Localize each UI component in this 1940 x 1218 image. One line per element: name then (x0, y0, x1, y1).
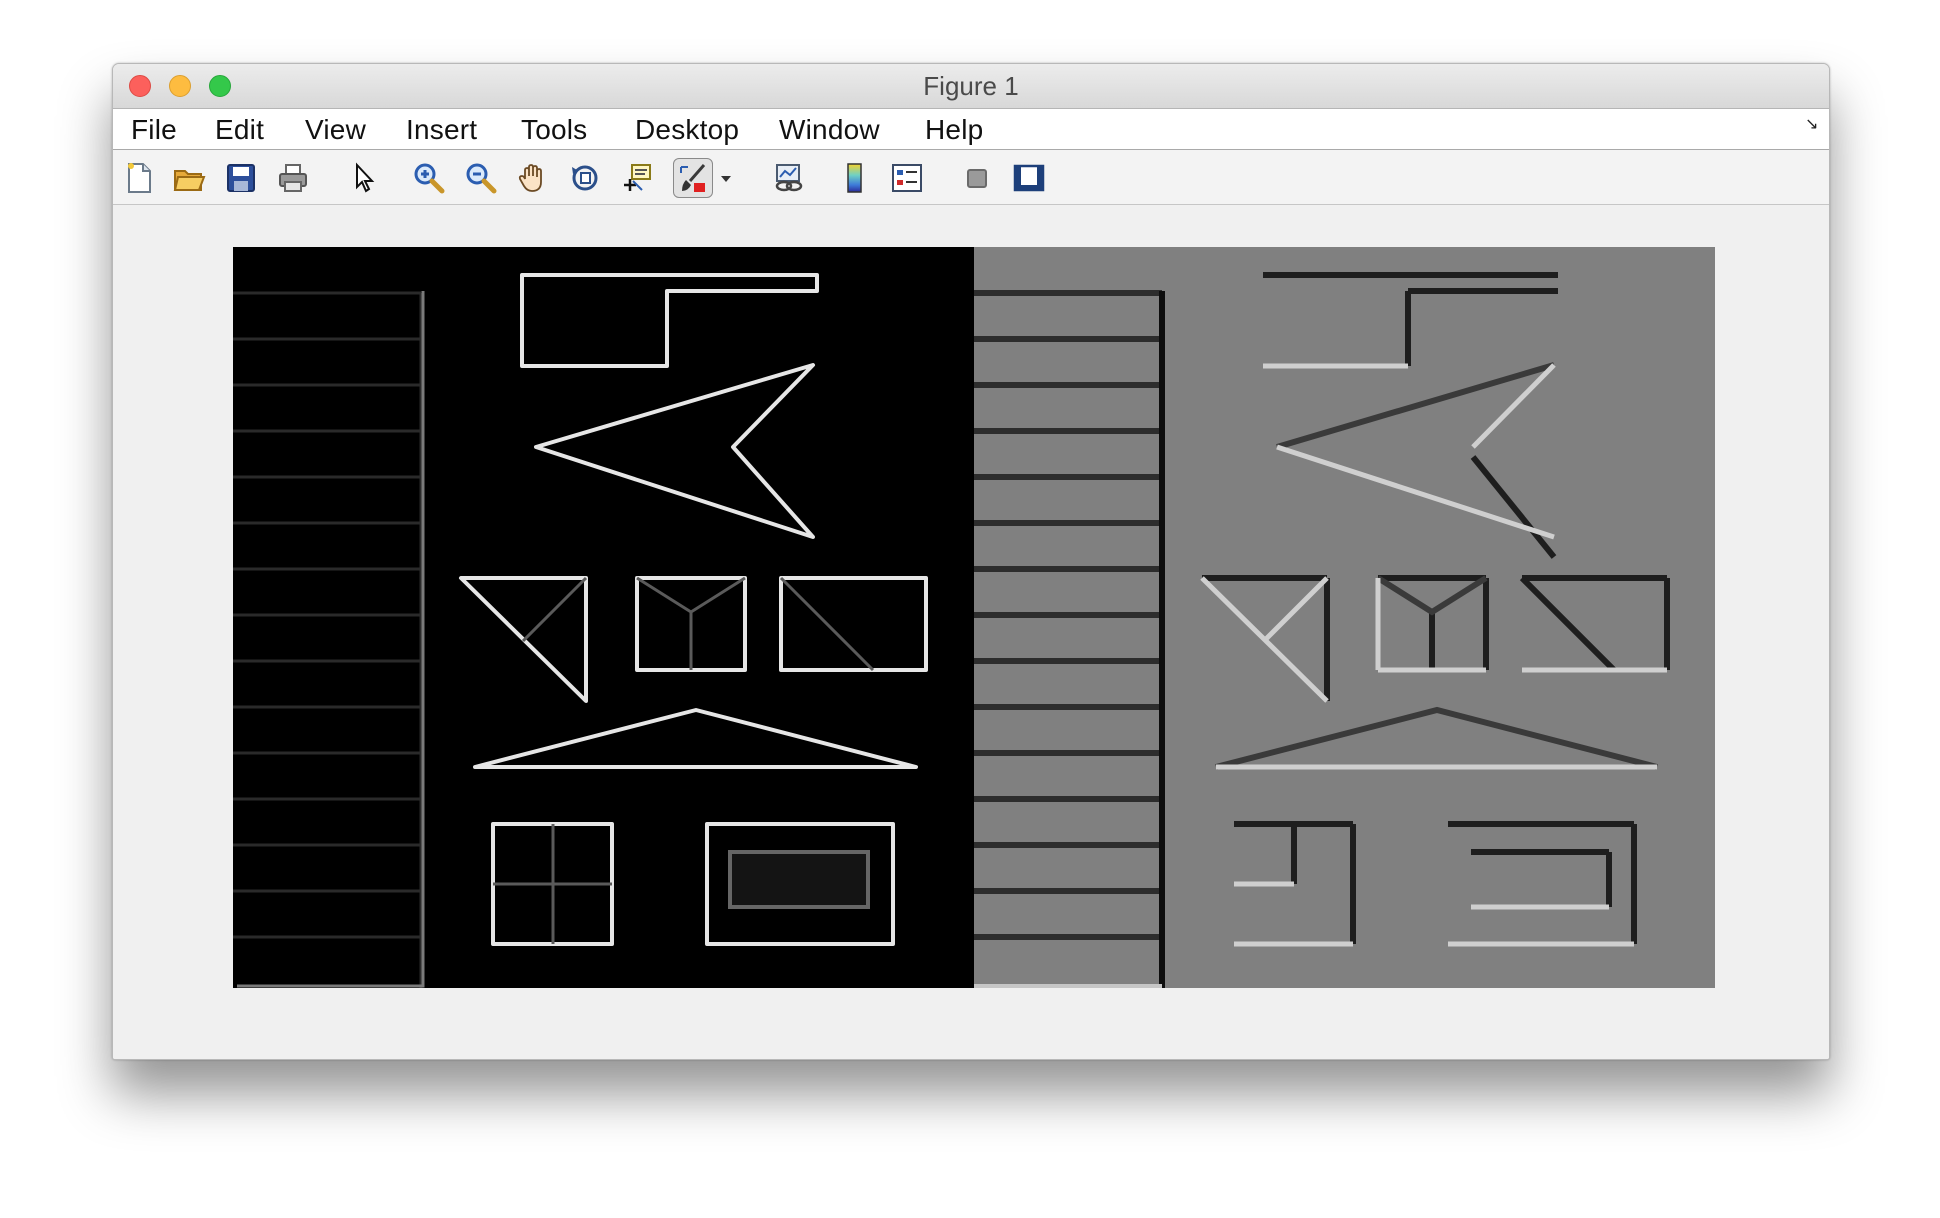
rotate-3d-button[interactable] (565, 158, 605, 198)
legend-icon (892, 164, 922, 192)
figure-toolbar (113, 150, 1829, 205)
data-cursor-button[interactable] (617, 158, 657, 198)
menu-tools[interactable]: Tools (521, 109, 587, 149)
new-figure-icon (128, 163, 151, 193)
data-cursor-icon (624, 164, 651, 191)
menu-edit[interactable]: Edit (215, 109, 264, 149)
show-plot-tools-button[interactable] (1009, 158, 1049, 198)
print-button[interactable] (273, 158, 313, 198)
rotate-3d-icon (572, 165, 598, 191)
menu-insert[interactable]: Insert (406, 109, 477, 149)
pointer-icon (356, 162, 375, 193)
edge-direction-panel (974, 247, 1715, 988)
menu-window[interactable]: Window (779, 109, 880, 149)
link-plot-button[interactable] (769, 158, 809, 198)
print-icon (279, 164, 307, 192)
link-plot-icon (775, 164, 803, 192)
zoom-out-button[interactable] (461, 158, 501, 198)
figure-window: Figure 1 File Edit View Insert Tools Des… (112, 63, 1830, 1060)
edge-magnitude-panel (233, 247, 974, 988)
title-bar[interactable]: Figure 1 (113, 64, 1829, 109)
menu-help[interactable]: Help (925, 109, 983, 149)
menu-desktop[interactable]: Desktop (635, 109, 739, 149)
zoom-out-icon (466, 163, 497, 194)
hide-plot-tools-button[interactable] (957, 158, 997, 198)
brush-dropdown-arrow[interactable] (717, 158, 735, 198)
window-title: Figure 1 (923, 71, 1019, 101)
new-figure-button[interactable] (119, 158, 159, 198)
menu-view[interactable]: View (305, 109, 366, 149)
insert-colorbar-button[interactable] (835, 158, 875, 198)
save-button[interactable] (221, 158, 261, 198)
pan-hand-icon (518, 164, 542, 192)
save-icon (227, 164, 255, 192)
image-axes[interactable] (233, 247, 1715, 988)
pan-button[interactable] (513, 158, 553, 198)
menu-bar: File Edit View Insert Tools Desktop Wind… (113, 109, 1829, 150)
open-file-icon (173, 170, 206, 191)
brush-button[interactable] (673, 158, 713, 198)
show-plot-tools-icon (1013, 164, 1045, 192)
menu-file[interactable]: File (131, 109, 177, 149)
hide-plot-tools-icon (967, 169, 987, 188)
chevron-down-icon (721, 176, 731, 182)
colorbar-icon (847, 163, 862, 193)
brush-icon (680, 164, 706, 192)
zoom-in-icon (414, 163, 445, 194)
edit-plot-button[interactable] (343, 158, 383, 198)
open-file-button[interactable] (169, 158, 209, 198)
zoom-in-button[interactable] (409, 158, 449, 198)
insert-legend-button[interactable] (887, 158, 927, 198)
dock-arrow-icon[interactable]: ↘ (1805, 117, 1821, 133)
figure-canvas[interactable] (113, 205, 1829, 1059)
